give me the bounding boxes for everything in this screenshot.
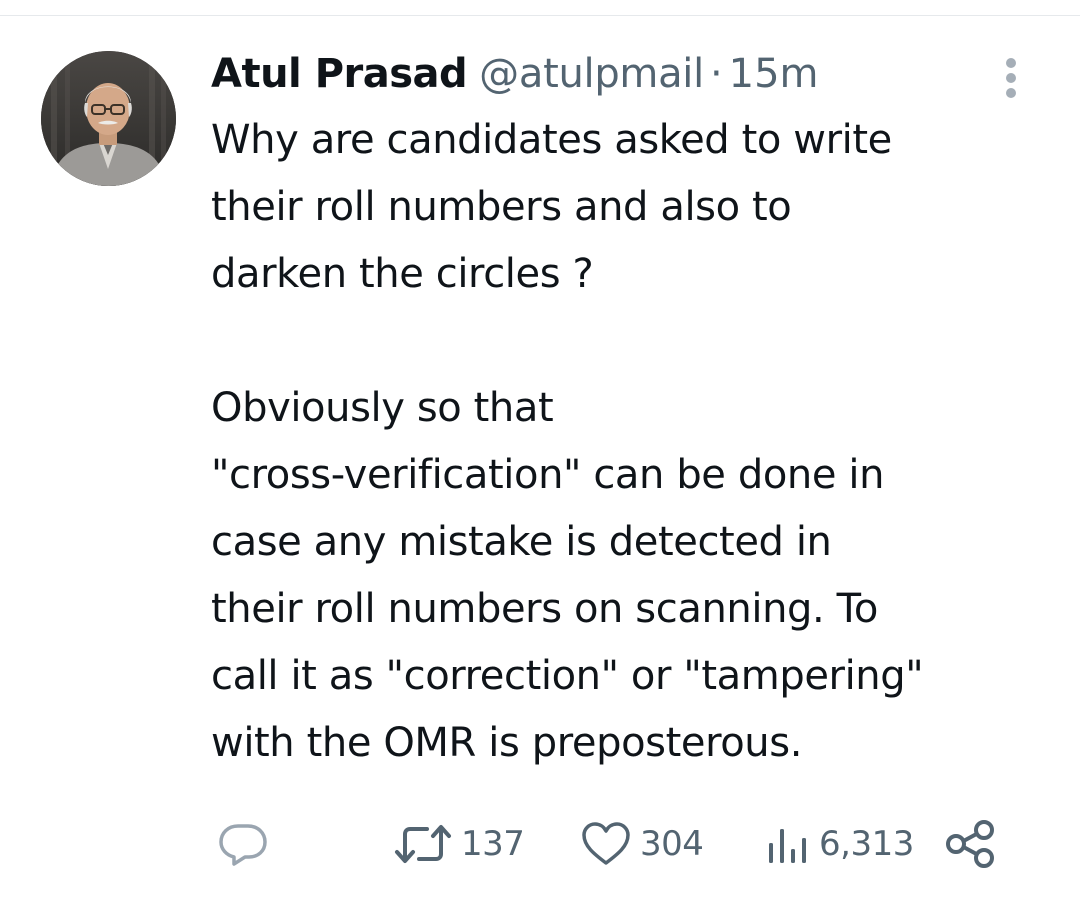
heart-icon — [580, 821, 632, 867]
tweet-actions: 137 304 6,313 — [0, 818, 1080, 870]
tweet-text-line: their roll numbers and also to — [211, 184, 792, 230]
tweet-text-line: their roll numbers on scanning. To — [211, 586, 878, 632]
more-options-button[interactable] — [996, 56, 1026, 100]
profile-photo — [41, 51, 176, 186]
more-vertical-icon-dot — [1006, 73, 1016, 83]
tweet-header: Atul Prasad @atulpmail · 15m — [211, 48, 819, 100]
reply-icon — [218, 822, 268, 866]
tweet-text: Why are candidates asked to write their … — [211, 107, 1041, 777]
tweet-text-line: call it as "correction" or "tampering" — [211, 653, 924, 699]
retweet-icon — [393, 822, 453, 866]
tweet-text-line: with the OMR is preposterous. — [211, 720, 803, 766]
tweet-text-line: Obviously so that — [211, 385, 554, 431]
more-vertical-icon — [1006, 58, 1016, 68]
views-count: 6,313 — [819, 824, 914, 864]
author-name[interactable]: Atul Prasad — [211, 48, 468, 100]
tweet-text-line: case any mistake is detected in — [211, 519, 832, 565]
timestamp[interactable]: 15m — [729, 48, 819, 100]
retweet-count: 137 — [461, 824, 525, 864]
reply-button[interactable] — [218, 818, 276, 870]
avatar[interactable] — [41, 51, 176, 186]
author-handle[interactable]: @atulpmail — [479, 48, 704, 100]
share-button[interactable] — [944, 818, 998, 870]
tweet-text-line: Why are candidates asked to write — [211, 117, 892, 163]
retweet-button[interactable]: 137 — [393, 818, 525, 870]
tweet-text-line: "cross-verification" can be done in — [211, 452, 885, 498]
like-count: 304 — [640, 824, 704, 864]
like-button[interactable]: 304 — [580, 818, 704, 870]
views-button[interactable]: 6,313 — [765, 818, 914, 870]
share-icon — [944, 819, 998, 869]
separator-dot: · — [709, 51, 723, 97]
top-divider — [0, 15, 1080, 16]
more-vertical-icon-dot — [1006, 88, 1016, 98]
tweet-text-line: darken the circles ? — [211, 251, 594, 297]
views-icon — [769, 829, 806, 863]
